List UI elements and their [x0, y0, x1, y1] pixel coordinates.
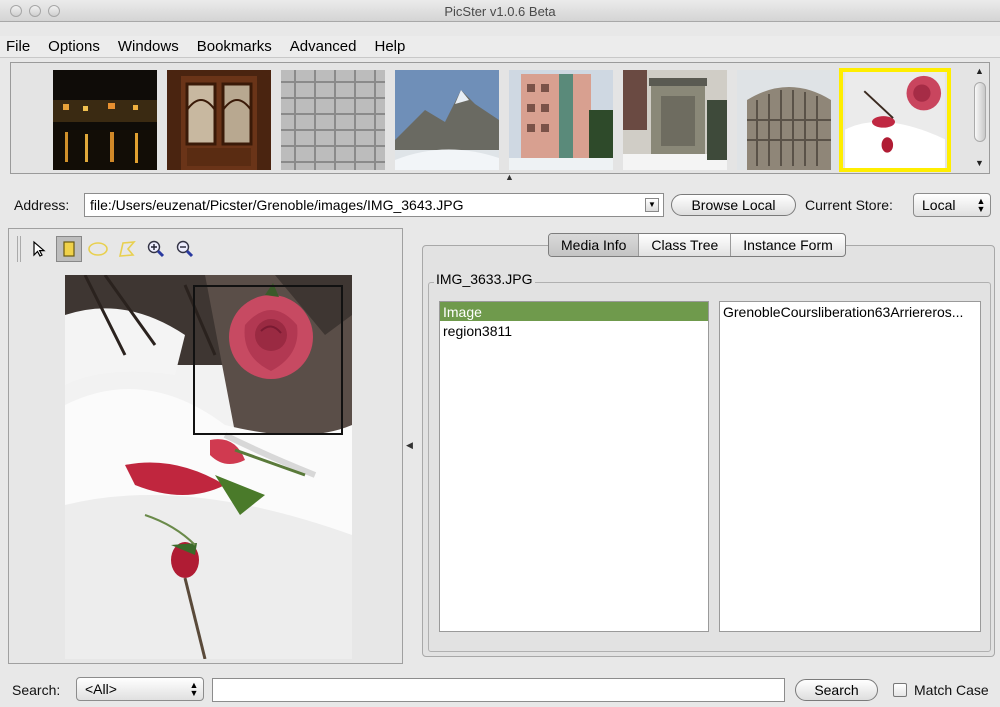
select-tool-button[interactable] — [27, 236, 53, 262]
media-info-group-title: IMG_3633.JPG — [434, 271, 535, 287]
zoom-in-icon — [147, 240, 165, 258]
thumbnail-kiosk-snow[interactable] — [623, 70, 727, 170]
window-title: PicSter v1.0.6 Beta — [444, 4, 556, 19]
property-list[interactable]: GrenobleCoursliberation63Arriereros... — [719, 301, 981, 632]
image-editor-pane — [8, 228, 403, 664]
rectangle-tool-button[interactable] — [56, 236, 82, 262]
list-item-region[interactable]: region3811 — [440, 321, 708, 340]
vertical-splitter-grip-icon[interactable]: ◀ — [406, 440, 413, 451]
menu-advanced[interactable]: Advanced — [290, 38, 357, 55]
thumbnail-strip: ▲ ▼ — [10, 62, 990, 174]
address-value: file:/Users/euzenat/Picster/Grenoble/ima… — [90, 197, 464, 213]
scope-stepper-icon: ▲ ▼ — [189, 680, 199, 698]
ellipse-icon — [88, 242, 108, 256]
annotation-toolbar — [17, 235, 201, 263]
polygon-tool-button[interactable] — [114, 236, 140, 262]
menu-options[interactable]: Options — [48, 38, 100, 55]
search-scope-value: <All> — [85, 681, 117, 697]
search-label: Search: — [12, 682, 61, 698]
menu-bookmarks[interactable]: Bookmarks — [197, 38, 272, 55]
tab-media-info[interactable]: Media Info — [549, 234, 640, 256]
tab-instance-form[interactable]: Instance Form — [731, 234, 844, 256]
menu-help[interactable]: Help — [374, 38, 405, 55]
toolbar-grip[interactable] — [17, 236, 21, 262]
menu-bar: File Options Windows Bookmarks Advanced … — [0, 36, 1000, 58]
current-store-value: Local — [922, 197, 956, 213]
scroll-thumb[interactable] — [974, 82, 986, 142]
thumbnail-grey-building[interactable] — [737, 70, 841, 170]
selected-region-box[interactable] — [193, 285, 343, 435]
info-tabs: Media Info Class Tree Instance Form — [548, 233, 846, 257]
store-stepper-icon: ▲ ▼ — [976, 196, 986, 214]
thumbnail-scrollbar[interactable]: ▲ ▼ — [973, 66, 987, 170]
list-item-image[interactable]: Image — [440, 302, 708, 321]
current-store-label: Current Store: — [805, 197, 893, 213]
cursor-arrow-icon — [33, 240, 46, 257]
title-bar: PicSter v1.0.6 Beta — [0, 0, 1000, 22]
thumbnail-night-river[interactable] — [53, 70, 157, 170]
horizontal-splitter-grip-icon[interactable]: ▲ — [505, 172, 514, 182]
thumbnail-mountain[interactable] — [395, 70, 499, 170]
current-store-select[interactable]: Local ▲ ▼ — [913, 193, 991, 217]
scroll-up-icon[interactable]: ▲ — [975, 66, 984, 76]
instance-list[interactable]: Image region3811 — [439, 301, 709, 632]
zoom-in-button[interactable] — [143, 236, 169, 262]
browse-local-button[interactable]: Browse Local — [671, 194, 796, 216]
thumbnail-rose-selected[interactable] — [839, 68, 951, 172]
rectangle-icon — [63, 241, 75, 257]
search-bar: Search: <All> ▲ ▼ Search Match Case — [0, 677, 1000, 703]
address-dropdown-icon[interactable]: ▼ — [645, 198, 659, 212]
menu-windows[interactable]: Windows — [118, 38, 179, 55]
match-case-checkbox[interactable] — [893, 683, 907, 697]
address-input[interactable]: file:/Users/euzenat/Picster/Grenoble/ima… — [84, 193, 664, 217]
address-label: Address: — [14, 197, 70, 213]
search-input[interactable] — [212, 678, 785, 702]
thumbnail-pink-building[interactable] — [509, 70, 613, 170]
polygon-icon — [118, 241, 136, 257]
zoom-out-button[interactable] — [172, 236, 198, 262]
image-canvas[interactable] — [65, 275, 352, 659]
list-item-property[interactable]: GrenobleCoursliberation63Arriereros... — [720, 302, 980, 321]
zoom-out-icon — [176, 240, 194, 258]
tab-class-tree[interactable]: Class Tree — [639, 234, 732, 256]
match-case-label: Match Case — [914, 682, 989, 698]
ellipse-tool-button[interactable] — [85, 236, 111, 262]
scroll-down-icon[interactable]: ▼ — [975, 158, 984, 168]
search-button[interactable]: Search — [795, 679, 878, 701]
search-scope-select[interactable]: <All> ▲ ▼ — [76, 677, 204, 701]
address-bar: Address: file:/Users/euzenat/Picster/Gre… — [0, 193, 1000, 219]
thumbnail-tile-pattern[interactable] — [281, 70, 385, 170]
thumbnail-wooden-door[interactable] — [167, 70, 271, 170]
menu-file[interactable]: File — [6, 38, 30, 55]
